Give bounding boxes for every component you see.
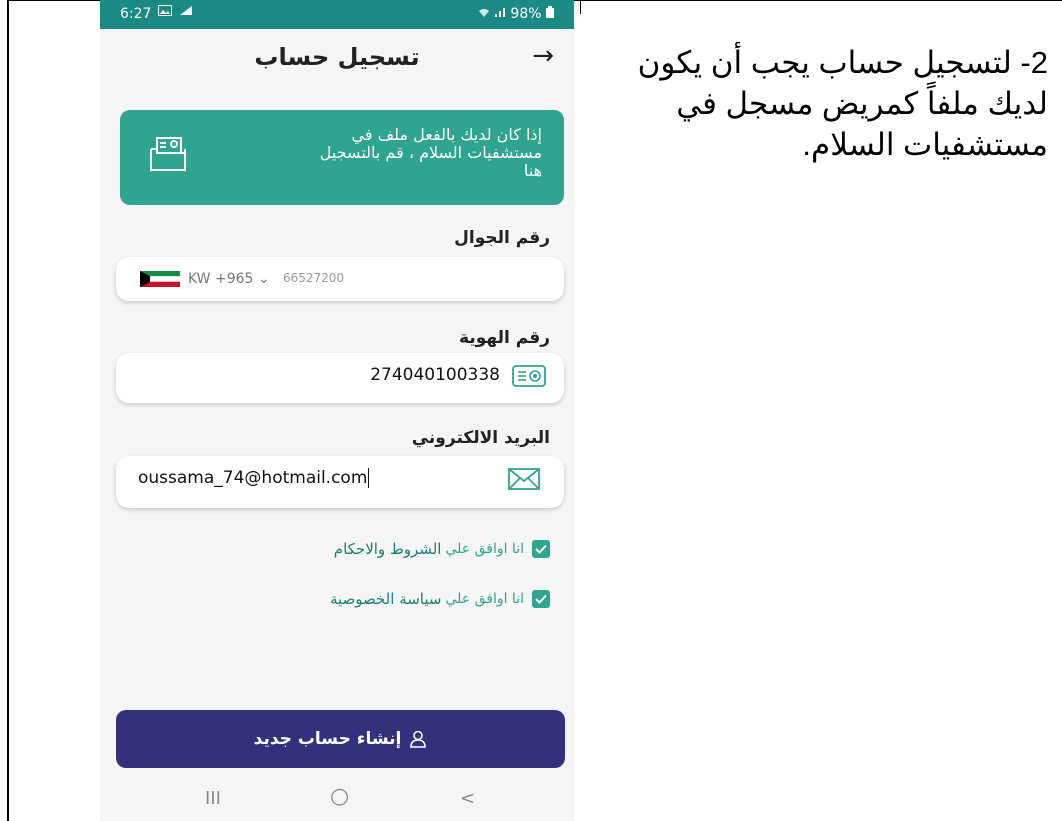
id-card-icon: [512, 365, 546, 387]
battery-icon: [546, 6, 554, 18]
id-input[interactable]: 274040100338: [370, 365, 500, 385]
caption-text: 2- لتسجيل حساب يجب أن يكون لديك ملفاً كم…: [600, 42, 1048, 165]
id-label: رقم الهوية: [459, 328, 550, 348]
mobile-input[interactable]: 66527200: [283, 271, 344, 285]
envelope-icon: [508, 468, 540, 490]
terms-prefix: انا اوافق علي: [445, 541, 524, 557]
create-account-label: إنشاء حساب جديد: [253, 729, 402, 749]
battery-percent: 98%: [510, 6, 542, 22]
home-button[interactable]: ○: [330, 784, 349, 809]
status-time: 6:27: [120, 6, 152, 22]
privacy-checkbox[interactable]: [532, 590, 550, 608]
image-icon: [158, 5, 172, 16]
check-icon: [535, 544, 547, 554]
privacy-prefix: انا اوافق علي: [445, 591, 524, 607]
signal-icon: [180, 6, 193, 15]
page-title: تسجيل حساب: [254, 43, 420, 71]
folder-id-card-icon: [150, 137, 186, 171]
text-caret: [368, 468, 370, 488]
create-account-button[interactable]: إنشاء حساب جديد: [116, 710, 565, 768]
terms-checkbox[interactable]: [532, 540, 550, 558]
status-bar: 6:27 98%: [100, 0, 574, 29]
banner-line-3: هنا: [523, 161, 542, 180]
privacy-checkbox-row[interactable]: انا اوافق علي سياسة الخصوصية: [330, 590, 550, 608]
banner-line-2: مستشفيات السلام ، قم بالتسجيل: [319, 143, 542, 162]
banner-text: إذا كان لديك بالفعل ملف في مستشفيات السل…: [222, 126, 542, 180]
privacy-link[interactable]: سياسة الخصوصية: [330, 590, 442, 608]
banner-line-1: إذا كان لديك بالفعل ملف في: [351, 125, 542, 144]
kuwait-flag-icon: [140, 271, 180, 287]
phone-screenshot: 6:27 98% → تسجيل حساب إذا كان لديك بالفع…: [100, 0, 574, 821]
status-left-icons: [158, 5, 193, 20]
wifi-icon: [478, 9, 489, 17]
email-field[interactable]: oussama_74@hotmail.com: [116, 456, 564, 508]
mobile-label: رقم الجوال: [454, 228, 550, 248]
email-input[interactable]: oussama_74@hotmail.com: [138, 468, 367, 488]
back-button[interactable]: <: [460, 788, 475, 809]
recents-button[interactable]: III: [205, 788, 221, 809]
terms-checkbox-row[interactable]: انا اوافق علي الشروط والاحكام: [334, 540, 550, 558]
caption-line-1: 2- لتسجيل حساب يجب أن يكون: [637, 45, 1048, 80]
user-icon: [409, 730, 427, 748]
mobile-field[interactable]: KW +965 ⌄ 66527200: [116, 257, 564, 301]
existing-file-banner[interactable]: إذا كان لديك بالفعل ملف في مستشفيات السل…: [120, 110, 564, 205]
caption-line-3: مستشفيات السلام.: [802, 127, 1048, 162]
status-right: 98%: [478, 6, 554, 22]
email-label: البريد الالكتروني: [411, 428, 550, 448]
terms-link[interactable]: الشروط والاحكام: [334, 540, 442, 558]
id-field[interactable]: 274040100338: [116, 353, 564, 403]
caption-line-2: لديك ملفاً كمريض مسجل في: [676, 86, 1048, 121]
email-input-wrap[interactable]: oussama_74@hotmail.com: [138, 468, 370, 488]
country-code-value: KW +965: [188, 271, 254, 287]
system-nav-bar: III ○ <: [100, 778, 574, 821]
signal-icon: [494, 8, 505, 17]
app-header: → تسجيل حساب: [100, 29, 574, 91]
country-code-select[interactable]: KW +965 ⌄: [188, 271, 270, 287]
check-icon: [535, 594, 547, 604]
frame-divider: [580, 0, 581, 14]
